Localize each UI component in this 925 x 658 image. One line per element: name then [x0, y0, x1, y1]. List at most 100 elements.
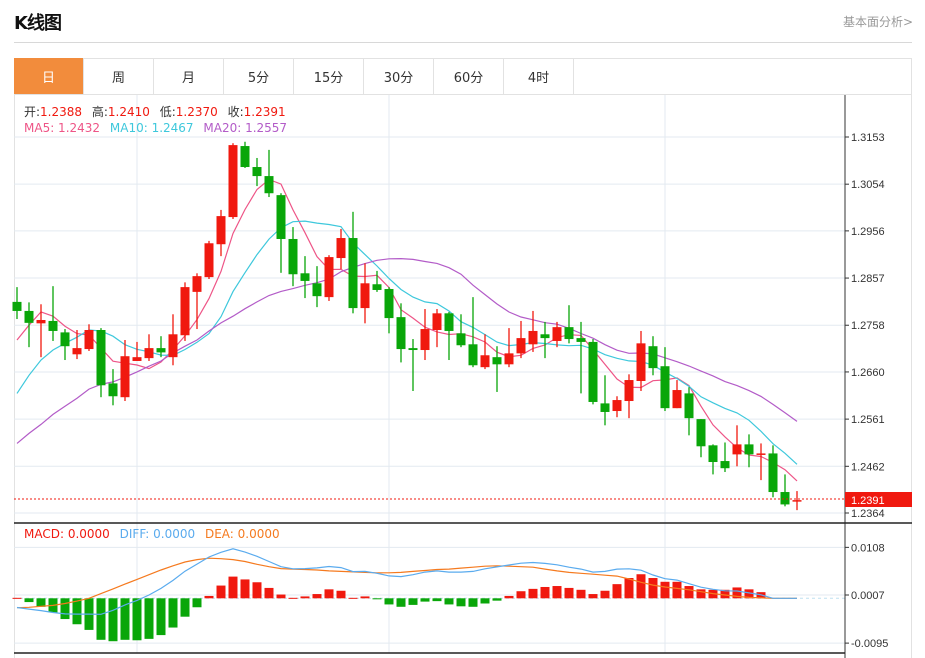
candle	[192, 273, 202, 330]
candle-body	[312, 283, 322, 297]
macd-bar	[360, 596, 370, 599]
candle	[696, 419, 706, 458]
candle-body	[528, 330, 538, 345]
candle	[708, 444, 718, 475]
macd-bar	[156, 598, 166, 636]
candle	[204, 240, 214, 280]
candle	[756, 443, 766, 481]
candle-body	[756, 453, 766, 455]
candle-body	[396, 317, 406, 350]
candle	[684, 387, 694, 436]
candle	[168, 314, 178, 366]
candle	[504, 328, 514, 368]
candle	[444, 311, 454, 361]
macd-bar	[420, 598, 430, 602]
candle	[648, 336, 658, 376]
candle-body	[504, 353, 514, 365]
candle-body	[636, 343, 646, 381]
macd-bar	[396, 598, 406, 607]
candle	[120, 340, 130, 402]
candle-body	[216, 216, 226, 245]
candle-body	[300, 273, 310, 281]
candle	[624, 374, 634, 419]
candle	[48, 286, 58, 341]
candle	[612, 396, 622, 418]
price-tick-label: 1.2364	[851, 508, 885, 520]
candle-body	[72, 348, 82, 355]
macd-tick-label: 0.0108	[851, 542, 885, 554]
kline-chart[interactable]: 1.3153 1.3054 1.2956 1.2857 1.2758 1.2660 1.25…	[0, 0, 925, 658]
candle	[744, 434, 754, 468]
candle	[288, 227, 298, 287]
candle-body	[12, 301, 22, 311]
candle	[408, 339, 418, 392]
candle	[420, 309, 430, 361]
candle-body	[768, 453, 778, 493]
macd-bar	[96, 598, 106, 640]
open-label: 开:	[24, 105, 41, 119]
candle-body	[84, 330, 94, 350]
candle-body	[588, 341, 598, 402]
candle	[324, 255, 334, 301]
last-price-label: 1.2391	[851, 495, 885, 507]
candle	[780, 474, 790, 507]
candle-body	[612, 400, 622, 412]
candle-body	[540, 334, 550, 339]
high-value: 1.2410	[107, 105, 150, 119]
macd-bar	[660, 581, 670, 599]
candle-body	[408, 348, 418, 351]
macd-bar	[672, 581, 682, 599]
candle	[228, 143, 238, 219]
macd-bar	[348, 597, 358, 599]
candle	[264, 149, 274, 198]
candle	[564, 305, 574, 344]
macd-bar	[684, 586, 694, 599]
candle-body	[792, 500, 802, 502]
candle	[84, 324, 94, 351]
candle-body	[348, 238, 358, 309]
macd-bar	[540, 586, 550, 599]
candle	[600, 375, 610, 426]
macd-bar	[144, 598, 154, 639]
macd-bar	[504, 595, 514, 599]
macd-bar	[600, 590, 610, 599]
close-label: 收:	[227, 105, 244, 119]
candle	[720, 442, 730, 473]
candle	[132, 341, 142, 361]
candle-body	[420, 329, 430, 351]
close-value: 1.2391	[243, 105, 286, 119]
macd-tick-label: -0.0095	[851, 638, 888, 650]
low-label: 低:	[159, 105, 176, 119]
candle-body	[168, 334, 178, 358]
candle-body	[576, 338, 586, 342]
high-label: 高:	[91, 105, 108, 119]
macd-bar	[264, 587, 274, 599]
candle-body	[228, 145, 238, 218]
macd-bar	[204, 595, 214, 599]
candle	[60, 329, 70, 361]
candle-body	[120, 356, 130, 398]
macd-bar	[180, 598, 190, 617]
macd-tick-label: 0.0007	[851, 590, 885, 602]
price-tick-label: 1.2956	[851, 226, 885, 238]
candle-body	[492, 357, 502, 365]
candle-body	[192, 276, 202, 292]
candle-body	[432, 313, 442, 331]
price-tick-label: 1.2462	[851, 461, 885, 473]
candle-body	[624, 380, 634, 402]
low-value: 1.2370	[175, 105, 218, 119]
candle-body	[204, 243, 214, 278]
candle-body	[456, 333, 466, 346]
macd-value: MACD: 0.0000	[24, 527, 110, 541]
ma10-line	[16, 220, 798, 465]
candle-body	[696, 419, 706, 447]
candle-body	[180, 287, 190, 336]
candle-body	[672, 390, 682, 409]
macd-bar	[588, 594, 598, 599]
dea-value: DEA: 0.0000	[204, 527, 280, 541]
price-tick-label: 1.2758	[851, 320, 885, 332]
ma5-legend: MA5: 1.2432	[24, 121, 101, 135]
candle	[36, 304, 46, 358]
macd-legend: MACD: 0.0000 DIFF: 0.0000 DEA: 0.0000	[24, 527, 286, 541]
candle-body	[144, 348, 154, 359]
